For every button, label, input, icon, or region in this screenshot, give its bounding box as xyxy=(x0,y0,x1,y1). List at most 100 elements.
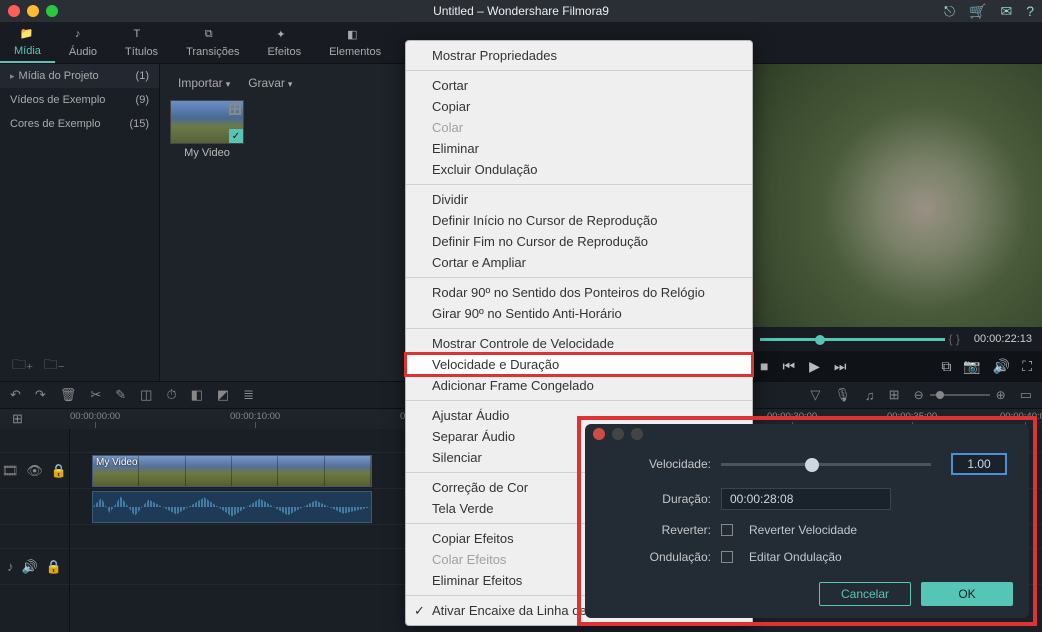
prev-frame-button[interactable]: ⏮ xyxy=(782,358,795,375)
dialog-close-icon[interactable] xyxy=(593,428,605,440)
cancel-button[interactable]: Cancelar xyxy=(819,582,911,606)
tab-elements[interactable]: ◧Elementos xyxy=(315,22,395,63)
menu-item[interactable]: Cortar e Ampliar xyxy=(406,252,752,273)
menu-item[interactable]: Definir Início no Cursor de Reprodução xyxy=(406,210,752,231)
edit-button[interactable]: ✎ xyxy=(115,387,126,403)
media-sidebar: ▸Mídia do Projeto (1) Vídeos de Exemplo(… xyxy=(0,64,160,381)
track-manager-icon[interactable]: ⊞ xyxy=(12,411,23,427)
reverse-checkbox[interactable] xyxy=(721,524,733,536)
menu-separator xyxy=(406,184,752,185)
visibility-icon[interactable]: 👁 xyxy=(26,463,43,479)
reverse-label: Reverter: xyxy=(607,523,711,537)
play-button[interactable]: ▶ xyxy=(809,358,820,375)
camera-icon[interactable]: 📷 xyxy=(963,358,980,375)
speed-button[interactable]: ⏱ xyxy=(166,387,176,403)
zoom-out-button[interactable]: ⊖ xyxy=(914,388,924,402)
window-close-icon[interactable] xyxy=(8,5,20,17)
remove-folder-icon[interactable]: 🗀₋ xyxy=(43,354,64,378)
sidebar-bottom-tools: 🗀₊ 🗀₋ xyxy=(12,354,65,378)
tab-transitions[interactable]: ⧉Transições xyxy=(172,22,253,63)
audio-track-head xyxy=(0,489,69,525)
dialog-min-icon xyxy=(612,428,624,440)
menu-item[interactable]: Definir Fim no Cursor de Reprodução xyxy=(406,231,752,252)
tab-audio[interactable]: ♪Áudio xyxy=(55,22,111,63)
window-minimize-icon[interactable] xyxy=(27,5,39,17)
crop-button[interactable]: ◫ xyxy=(140,387,152,403)
mic-icon[interactable]: 🎙 xyxy=(834,387,851,403)
tab-effects[interactable]: ✦Efeitos xyxy=(253,22,315,63)
filmstrip-icon: 🎞 xyxy=(2,463,19,479)
fullscreen-icon[interactable]: ⛶ xyxy=(1022,358,1032,375)
menu-item[interactable]: Mostrar Propriedades xyxy=(406,45,752,66)
sidebar-item-project-media[interactable]: ▸Mídia do Projeto (1) xyxy=(0,64,159,88)
menu-item[interactable]: Dividir xyxy=(406,189,752,210)
import-dropdown[interactable]: Importar▾ xyxy=(178,76,230,90)
ruler-mark: 00:00:00:00 xyxy=(70,411,120,428)
fit-button[interactable]: ▭ xyxy=(1020,387,1032,403)
sidebar-item-sample-videos[interactable]: Vídeos de Exemplo(9) xyxy=(0,88,159,112)
ripple-checkbox-label: Editar Ondulação xyxy=(749,550,842,564)
preview-timecode: 00:00:22:13 xyxy=(974,333,1032,345)
speed-value-field[interactable]: 1.00 xyxy=(951,453,1007,475)
lock-icon[interactable]: 🔒 xyxy=(51,463,67,479)
cut-button[interactable]: ✂ xyxy=(90,387,101,403)
ruler-mark: 00:00:10:00 xyxy=(230,411,280,428)
speed-slider[interactable] xyxy=(721,463,931,466)
zoom-in-button[interactable]: ⊕ xyxy=(996,388,1006,402)
ripple-checkbox[interactable] xyxy=(721,551,733,563)
volume-icon[interactable]: 🔊 xyxy=(993,358,1010,375)
menu-item[interactable]: Rodar 90º no Sentido dos Ponteiros do Re… xyxy=(406,282,752,303)
new-folder-icon[interactable]: 🗀₊ xyxy=(12,354,33,378)
menu-item[interactable]: Girar 90º no Sentido Anti-Horário xyxy=(406,303,752,324)
menu-item[interactable]: Adicionar Frame Congelado xyxy=(406,375,752,396)
menu-item[interactable]: Cortar xyxy=(406,75,752,96)
sidebar-item-sample-colors[interactable]: Cores de Exemplo(15) xyxy=(0,112,159,136)
help-icon[interactable]: ? xyxy=(1026,3,1034,20)
green-screen-button[interactable]: ◩ xyxy=(217,387,229,403)
record-dropdown[interactable]: Gravar▾ xyxy=(248,76,292,90)
marker-icon[interactable]: ▽ xyxy=(810,387,820,403)
media-thumbnail[interactable]: My Video xyxy=(170,100,244,159)
music-icon: ♪ xyxy=(7,559,14,574)
preview-scrubber[interactable] xyxy=(760,338,945,341)
window-title: Untitled – Wondershare Filmora9 xyxy=(433,4,609,18)
preview-viewport[interactable] xyxy=(750,64,1042,327)
menu-item: Colar xyxy=(406,117,752,138)
duration-field[interactable]: 00:00:28:08 xyxy=(721,488,891,510)
menu-item[interactable]: Mostrar Controle de Velocidade xyxy=(406,333,752,354)
stop-button[interactable]: ■ xyxy=(760,358,768,374)
dialog-zoom-icon xyxy=(631,428,643,440)
undo-button[interactable]: ↶ xyxy=(10,387,21,403)
video-clip[interactable]: My Video xyxy=(92,455,372,487)
color-button[interactable]: ◧ xyxy=(191,387,203,403)
zoom-slider[interactable] xyxy=(930,394,990,396)
account-icon[interactable]: ⎋ xyxy=(944,3,955,20)
window-zoom-icon[interactable] xyxy=(46,5,58,17)
ok-button[interactable]: OK xyxy=(921,582,1013,606)
menu-item[interactable]: Velocidade e Duração xyxy=(406,354,752,375)
next-frame-button[interactable]: ⏭ xyxy=(834,358,847,375)
mail-icon[interactable]: ✉ xyxy=(1000,3,1012,20)
speed-dialog: Velocidade: 1.00 Duração: 00:00:28:08 Re… xyxy=(585,424,1029,618)
music-track-head: ♪ 🔊 🔒 xyxy=(0,549,69,585)
snapshot-aspect-icon[interactable]: ⧉ xyxy=(941,358,951,375)
mixer-icon[interactable]: ⊞ xyxy=(889,387,900,403)
menu-separator xyxy=(406,277,752,278)
mute-icon[interactable]: 🔊 xyxy=(22,559,38,575)
speed-dialog-highlight: Velocidade: 1.00 Duração: 00:00:28:08 Re… xyxy=(577,416,1037,626)
thumb-label: My Video xyxy=(184,147,230,159)
tab-media[interactable]: 📁Mídia xyxy=(0,22,55,63)
audio-clip[interactable] xyxy=(92,491,372,523)
lock-icon[interactable]: 🔒 xyxy=(46,559,62,575)
tab-titles[interactable]: TTítulos xyxy=(111,22,172,63)
menu-item[interactable]: Eliminar xyxy=(406,138,752,159)
adjust-button[interactable]: ≣ xyxy=(243,387,254,403)
menu-separator xyxy=(406,400,752,401)
cart-icon[interactable]: 🛒 xyxy=(969,3,986,20)
music-icon[interactable]: ♫ xyxy=(865,388,875,403)
menu-item[interactable]: Copiar xyxy=(406,96,752,117)
ripple-label: Ondulação: xyxy=(607,550,711,564)
redo-button[interactable]: ↷ xyxy=(35,387,46,403)
menu-item[interactable]: Excluir Ondulação xyxy=(406,159,752,180)
delete-button[interactable]: 🗑 xyxy=(60,387,77,403)
